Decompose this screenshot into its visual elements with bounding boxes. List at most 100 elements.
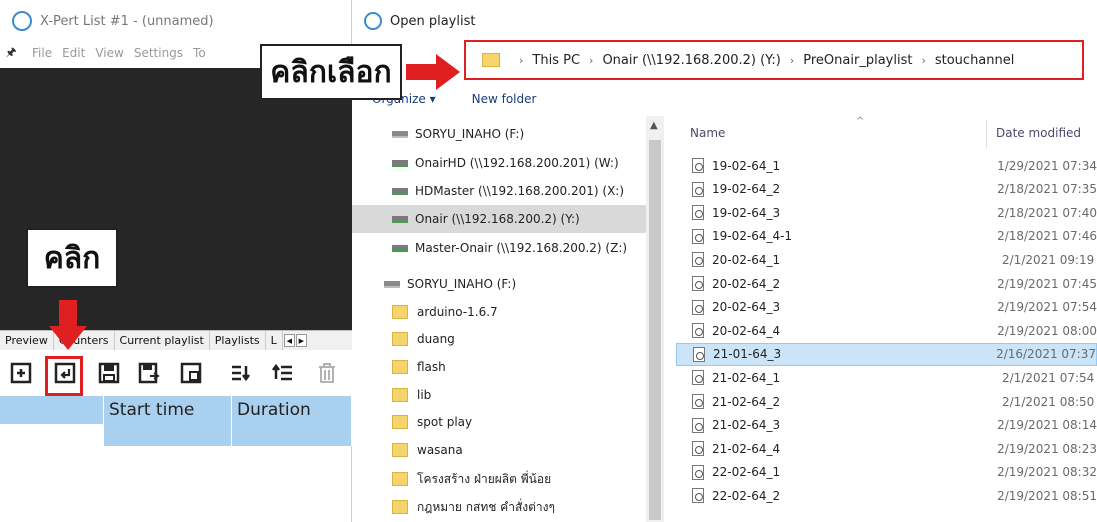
file-row[interactable]: 19-02-64_1 1/29/2021 07:34 xyxy=(676,154,1097,177)
file-row[interactable]: 21-02-64_3 2/19/2021 08:14 xyxy=(676,414,1097,437)
nav-item-label: wasana xyxy=(417,443,463,457)
column-divider[interactable] xyxy=(986,120,987,148)
nav-item[interactable]: spot play xyxy=(352,408,646,436)
file-date: 2/1/2021 08:50 xyxy=(1002,394,1095,409)
menu-edit[interactable]: Edit xyxy=(62,46,85,60)
file-row[interactable]: 20-02-64_4 2/19/2021 08:00 xyxy=(676,319,1097,342)
menu-settings[interactable]: Settings xyxy=(134,46,183,60)
click-callout: คลิก xyxy=(26,228,118,288)
move-up-icon[interactable] xyxy=(272,362,294,384)
playlist-file-icon xyxy=(692,299,704,315)
file-name: 20-02-64_2 xyxy=(712,276,781,291)
file-row[interactable]: 20-02-64_1 2/1/2021 09:19 xyxy=(676,248,1097,271)
export-icon[interactable] xyxy=(180,362,202,384)
column-header-start-time[interactable]: Start time xyxy=(104,396,232,424)
nav-item-label: Master-Onair (\\192.168.200.2) (Z:) xyxy=(415,241,628,255)
save-as-icon[interactable] xyxy=(138,362,160,384)
new-playlist-icon[interactable] xyxy=(10,362,32,384)
move-down-icon[interactable] xyxy=(230,362,252,384)
file-date: 2/1/2021 07:54 xyxy=(1002,370,1095,385)
folder-icon xyxy=(482,53,500,67)
tab-scroll-left-icon[interactable]: ◀ xyxy=(283,334,295,347)
file-date: 2/19/2021 08:14 xyxy=(997,418,1097,433)
nav-item-label: SORYU_INAHO (F:) xyxy=(415,127,525,141)
scroll-up-icon[interactable]: ▲ xyxy=(650,120,658,131)
grid-cell xyxy=(0,424,104,446)
tab-scroll-right-icon[interactable]: ▶ xyxy=(295,334,307,347)
folder-icon xyxy=(392,443,408,457)
file-row[interactable]: 21-02-64_4 2/19/2021 08:23 xyxy=(676,437,1097,460)
nav-item[interactable]: OnairHD (\\192.168.200.201) (W:) xyxy=(352,149,646,177)
file-date: 2/1/2021 09:19 xyxy=(1002,252,1095,267)
nav-item-label: OnairHD (\\192.168.200.201) (W:) xyxy=(415,156,619,170)
open-playlist-dialog: Open playlist › This PC › Onair (\\192.1… xyxy=(352,0,1097,522)
command-bar: Organize ▾ New folder xyxy=(352,84,1097,114)
scrollbar-thumb[interactable] xyxy=(649,140,661,520)
file-date: 2/19/2021 08:23 xyxy=(997,441,1097,456)
breadcrumb-this-pc[interactable]: This PC xyxy=(532,53,580,68)
file-row[interactable]: 20-02-64_2 2/19/2021 07:45 xyxy=(676,272,1097,295)
file-row[interactable]: 21-02-64_2 2/1/2021 08:50 xyxy=(676,390,1097,413)
column-header-blank[interactable] xyxy=(0,396,104,424)
tab-current-playlist[interactable]: Current playlist xyxy=(115,331,210,350)
file-date: 2/19/2021 08:51 xyxy=(997,488,1097,503)
nav-item[interactable]: Onair (\\192.168.200.2) (Y:) xyxy=(352,205,646,233)
tab-l[interactable]: L xyxy=(266,331,283,350)
playlist-file-icon xyxy=(692,488,704,504)
tab-playlists[interactable]: Playlists xyxy=(210,331,266,350)
folder-icon xyxy=(392,360,408,374)
nav-item-label: lib xyxy=(417,388,432,402)
address-bar[interactable]: › This PC › Onair (\\192.168.200.2) (Y:)… xyxy=(464,40,1084,80)
menu-view[interactable]: View xyxy=(95,46,123,60)
file-row[interactable]: 19-02-64_2 2/18/2021 07:35 xyxy=(676,178,1097,201)
nav-item[interactable]: SORYU_INAHO (F:) xyxy=(352,270,646,298)
breadcrumb-stouchannel[interactable]: stouchannel xyxy=(935,53,1015,68)
nav-item[interactable]: SORYU_INAHO (F:) xyxy=(352,120,646,148)
file-name: 21-02-64_2 xyxy=(712,394,781,409)
folder-icon xyxy=(392,305,408,319)
nav-item-label: arduino-1.6.7 xyxy=(417,305,498,319)
column-header-date-modified[interactable]: Date modified xyxy=(996,126,1081,140)
new-folder-button[interactable]: New folder xyxy=(472,92,537,106)
chevron-right-icon[interactable]: › xyxy=(921,54,925,67)
nav-item[interactable]: Master-Onair (\\192.168.200.2) (Z:) xyxy=(352,234,646,262)
menu-file[interactable]: File xyxy=(32,46,52,60)
breadcrumb-onair[interactable]: Onair (\\192.168.200.2) (Y:) xyxy=(602,53,780,68)
nav-scrollbar[interactable]: ▲ xyxy=(646,116,664,522)
nav-item[interactable]: HDMaster (\\192.168.200.201) (X:) xyxy=(352,177,646,205)
nav-item[interactable]: arduino-1.6.7 xyxy=(352,298,646,326)
file-row[interactable]: 19-02-64_4-1 2/18/2021 07:46 xyxy=(676,225,1097,248)
chevron-right-icon[interactable]: › xyxy=(790,54,794,67)
nav-item[interactable]: lib xyxy=(352,381,646,409)
file-row[interactable]: 21-01-64_3 2/16/2021 07:37 xyxy=(676,342,1097,366)
grid-cell xyxy=(104,424,232,446)
network-drive-icon xyxy=(392,159,408,167)
file-row[interactable]: 22-02-64_1 2/19/2021 08:32 xyxy=(676,461,1097,484)
file-row[interactable]: 22-02-64_2 2/19/2021 08:51 xyxy=(676,484,1097,507)
chevron-right-icon[interactable]: › xyxy=(589,54,593,67)
file-name: 20-02-64_3 xyxy=(712,300,781,315)
app-logo-icon xyxy=(12,11,32,31)
nav-item[interactable]: flash xyxy=(352,353,646,381)
playlist-file-icon xyxy=(693,346,705,362)
nav-item-label: โครงสร้าง ฝ่ายผลิต พี่น้อย xyxy=(417,471,552,486)
delete-icon[interactable] xyxy=(316,362,338,384)
nav-item[interactable]: wasana xyxy=(352,436,646,464)
nav-item[interactable]: โครงสร้าง ฝ่ายผลิต พี่น้อย xyxy=(352,465,646,493)
chevron-right-icon[interactable]: › xyxy=(519,54,523,67)
column-header-duration[interactable]: Duration xyxy=(232,396,352,424)
menu-tools[interactable]: To xyxy=(193,46,206,60)
file-date: 2/16/2021 07:37 xyxy=(996,347,1096,362)
nav-item[interactable]: duang xyxy=(352,325,646,353)
breadcrumb-preonair-playlist[interactable]: PreOnair_playlist xyxy=(803,53,912,68)
column-header-name[interactable]: Name xyxy=(690,126,725,140)
pin-icon[interactable]: 🖈 xyxy=(0,43,22,64)
file-date: 2/18/2021 07:35 xyxy=(997,182,1097,197)
save-icon[interactable] xyxy=(98,362,120,384)
tab-preview[interactable]: Preview xyxy=(0,331,54,350)
playlist-grid-row[interactable] xyxy=(0,424,352,446)
nav-item[interactable]: กฎหมาย กสทช คำสั่งต่างๆ xyxy=(352,493,646,521)
file-row[interactable]: 21-02-64_1 2/1/2021 07:54 xyxy=(676,366,1097,389)
file-row[interactable]: 20-02-64_3 2/19/2021 07:54 xyxy=(676,296,1097,319)
file-row[interactable]: 19-02-64_3 2/18/2021 07:40 xyxy=(676,201,1097,224)
